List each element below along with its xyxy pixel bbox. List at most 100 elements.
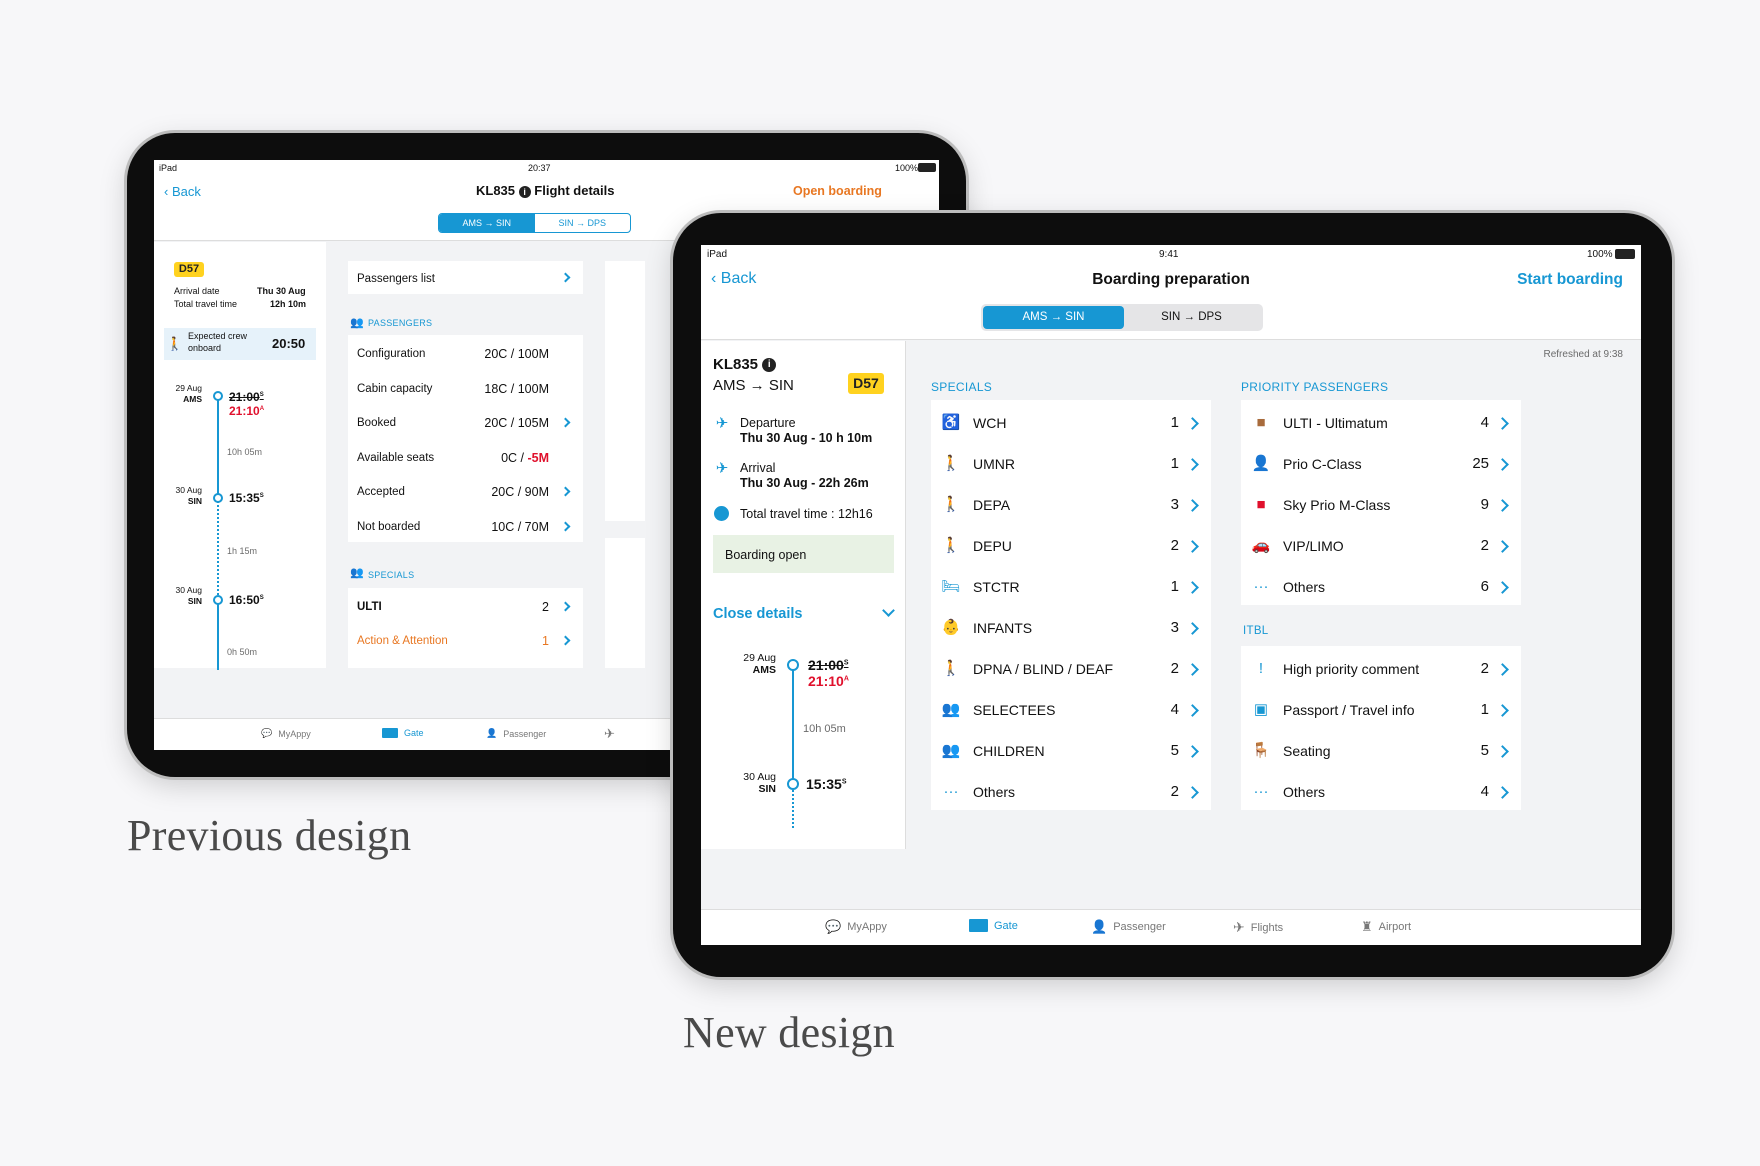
chevron-right-icon bbox=[1186, 417, 1199, 430]
priority-row-label: ULTI - Ultimatum bbox=[1283, 415, 1388, 431]
priority-row[interactable]: ■ Sky Prio M-Class 9 bbox=[1241, 482, 1521, 528]
person-icon: 👤 bbox=[1091, 919, 1108, 934]
specials-header: SPECIALS bbox=[931, 380, 993, 394]
new-tl-time-scheduled: 21:00S bbox=[808, 657, 848, 673]
priority-row[interactable]: 🚗 VIP/LIMO 2 bbox=[1241, 523, 1521, 569]
wheelchair-icon: ♿ bbox=[941, 414, 961, 431]
chevron-right-icon bbox=[560, 417, 571, 428]
more-icon: ··· bbox=[1253, 782, 1269, 800]
old-passengers-list-row[interactable]: Passengers list bbox=[348, 261, 583, 294]
gate-icon bbox=[382, 728, 398, 738]
chevron-right-icon bbox=[560, 635, 571, 646]
old-special-count: 1 bbox=[542, 634, 549, 648]
special-row[interactable]: ··· Others 2 bbox=[931, 769, 1211, 815]
old-passengers-list-label: Passengers list bbox=[357, 273, 435, 285]
new-tab-bar: 💬 MyAppy Gate 👤 Passenger ✈ Flights ♜ Airpor… bbox=[701, 909, 1641, 945]
old-timeline-dotted bbox=[217, 498, 219, 598]
tab-gate[interactable]: Gate bbox=[969, 919, 1018, 932]
old-passenger-row: Configuration 20C / 100M bbox=[348, 335, 583, 373]
caption-previous-design: Previous design bbox=[127, 811, 412, 860]
info-icon[interactable]: i bbox=[762, 358, 777, 373]
arrival-plane-icon: ✈ bbox=[715, 460, 729, 477]
old-tl-duration-3: 0h 50m bbox=[227, 647, 258, 657]
special-row[interactable]: 🛏 STCTR 1 bbox=[931, 564, 1211, 610]
itbl-row[interactable]: 🪑 Seating 5 bbox=[1241, 728, 1521, 774]
old-back-label: Back bbox=[171, 184, 201, 199]
old-tab-passenger[interactable]: 👤 Passenger bbox=[486, 728, 546, 739]
old-special-row[interactable]: Action & Attention 1 bbox=[348, 622, 583, 660]
itbl-row[interactable]: ! High priority comment 2 bbox=[1241, 646, 1521, 692]
old-tl-time-actual: 21:10A bbox=[229, 404, 264, 418]
chevron-right-icon bbox=[1186, 786, 1199, 799]
old-passenger-label: Not boarded bbox=[357, 520, 421, 533]
old-tab-myappy-label: MyAppy bbox=[278, 728, 311, 739]
tab-myappy[interactable]: 💬 MyAppy bbox=[825, 919, 887, 935]
special-row[interactable]: 🚶 UMNR 1 bbox=[931, 441, 1211, 487]
old-open-boarding-button[interactable]: Open boarding bbox=[793, 184, 882, 198]
more-icon: ··· bbox=[943, 782, 959, 800]
new-departure-value: Thu 30 Aug - 10 h 10m bbox=[740, 431, 873, 445]
chevron-down-icon[interactable] bbox=[882, 604, 895, 617]
special-row[interactable]: 👥 SELECTEES 4 bbox=[931, 687, 1211, 733]
new-tl-code-2: SIN bbox=[758, 783, 776, 795]
special-row[interactable]: 🚶 DPNA / BLIND / DEAF 2 bbox=[931, 646, 1211, 692]
priority-row[interactable]: 👤 Prio C-Class 25 bbox=[1241, 441, 1521, 487]
new-start-boarding-button[interactable]: Start boarding bbox=[1517, 271, 1623, 289]
boarding-status-text: Boarding open bbox=[725, 548, 807, 562]
new-tl-date-2: 30 Aug bbox=[743, 771, 776, 783]
chevron-right-icon bbox=[1186, 663, 1199, 676]
old-segment-ams-sin[interactable]: AMS → SIN bbox=[439, 214, 535, 232]
old-tab-gate[interactable]: Gate bbox=[382, 728, 424, 738]
new-summary-panel: KL835 i AMS → SIN D57 ✈ Departure Thu 30… bbox=[701, 341, 906, 849]
close-details-button[interactable]: Close details bbox=[713, 606, 802, 622]
chevron-right-icon bbox=[1496, 417, 1509, 430]
car-icon: 🚗 bbox=[1251, 537, 1271, 554]
passengers-icon: 👥 bbox=[350, 316, 364, 329]
chevron-right-icon bbox=[1496, 745, 1509, 758]
priority-row-count: 25 bbox=[1472, 455, 1489, 472]
specials-icon: 👥 bbox=[350, 566, 364, 579]
new-flight-number: KL835 bbox=[713, 356, 759, 373]
old-tab-myappy[interactable]: 💬 MyAppy bbox=[261, 728, 311, 739]
new-segment-ams-sin[interactable]: AMS → SIN bbox=[983, 306, 1124, 329]
new-arrival-label: Arrival bbox=[740, 461, 776, 475]
special-row-count: 3 bbox=[1170, 619, 1179, 636]
special-row[interactable]: 🚶 DEPU 2 bbox=[931, 523, 1211, 569]
crew-person-icon: 🚶 bbox=[166, 336, 184, 351]
refreshed-timestamp: Refreshed at 9:38 bbox=[1543, 349, 1624, 360]
old-tl-time-2-sup: S bbox=[259, 493, 264, 499]
chevron-right-icon bbox=[560, 486, 571, 497]
old-back-button[interactable]: ‹ Back bbox=[164, 184, 201, 199]
old-special-row[interactable]: ULTI 2 bbox=[348, 588, 583, 626]
special-row-count: 3 bbox=[1170, 496, 1179, 513]
old-passenger-row: Available seats 0C / -5M bbox=[348, 439, 583, 477]
itbl-row[interactable]: ··· Others 4 bbox=[1241, 769, 1521, 815]
special-row[interactable]: ♿ WCH 1 bbox=[931, 400, 1211, 446]
tab-airport[interactable]: ♜ Airport bbox=[1361, 919, 1411, 935]
old-tl-code-2: SIN bbox=[187, 496, 202, 506]
special-row[interactable]: 🚶 DEPA 3 bbox=[931, 482, 1211, 528]
info-icon[interactable]: i bbox=[518, 185, 531, 198]
special-row[interactable]: 👥 CHILDREN 5 bbox=[931, 728, 1211, 774]
old-passenger-row[interactable]: Booked 20C / 105M bbox=[348, 404, 583, 442]
special-row[interactable]: 👶 INFANTS 3 bbox=[931, 605, 1211, 651]
old-passenger-value: 20C / 90M bbox=[491, 485, 549, 499]
old-segment-sin-dps[interactable]: SIN → DPS bbox=[535, 214, 631, 232]
new-segment-sin-dps[interactable]: SIN → DPS bbox=[1122, 306, 1261, 329]
itbl-header: ITBL bbox=[1243, 625, 1269, 637]
old-tab-flights[interactable]: ✈ bbox=[604, 726, 615, 742]
itbl-row[interactable]: ▣ Passport / Travel info 1 bbox=[1241, 687, 1521, 733]
priority-card: ■ ULTI - Ultimatum 4 👤 Prio C-Class 25 ■ Sky Pr… bbox=[1241, 400, 1521, 605]
priority-row[interactable]: ··· Others 6 bbox=[1241, 564, 1521, 610]
old-passenger-value-main: 10C / 70M bbox=[491, 519, 549, 534]
tab-flights[interactable]: ✈ Flights bbox=[1233, 919, 1283, 936]
old-travel-value: 12h 10m bbox=[270, 299, 307, 309]
person-icon: 👤 bbox=[486, 728, 498, 738]
old-tl-time-actual-sup: A bbox=[259, 406, 265, 412]
old-passenger-row[interactable]: Accepted 20C / 90M bbox=[348, 473, 583, 511]
tab-passenger[interactable]: 👤 Passenger bbox=[1091, 919, 1166, 935]
specials-card: ♿ WCH 1 🚶 UMNR 1 🚶 DEPA 3 🚶 DEPU 2 🛏 STCTR 1 👶 INFANTS 3 🚶… bbox=[931, 400, 1211, 810]
old-arrival-value: Thu 30 Aug bbox=[257, 286, 306, 296]
old-passenger-row[interactable]: Not boarded 10C / 70M bbox=[348, 508, 583, 546]
priority-row[interactable]: ■ ULTI - Ultimatum 4 bbox=[1241, 400, 1521, 446]
